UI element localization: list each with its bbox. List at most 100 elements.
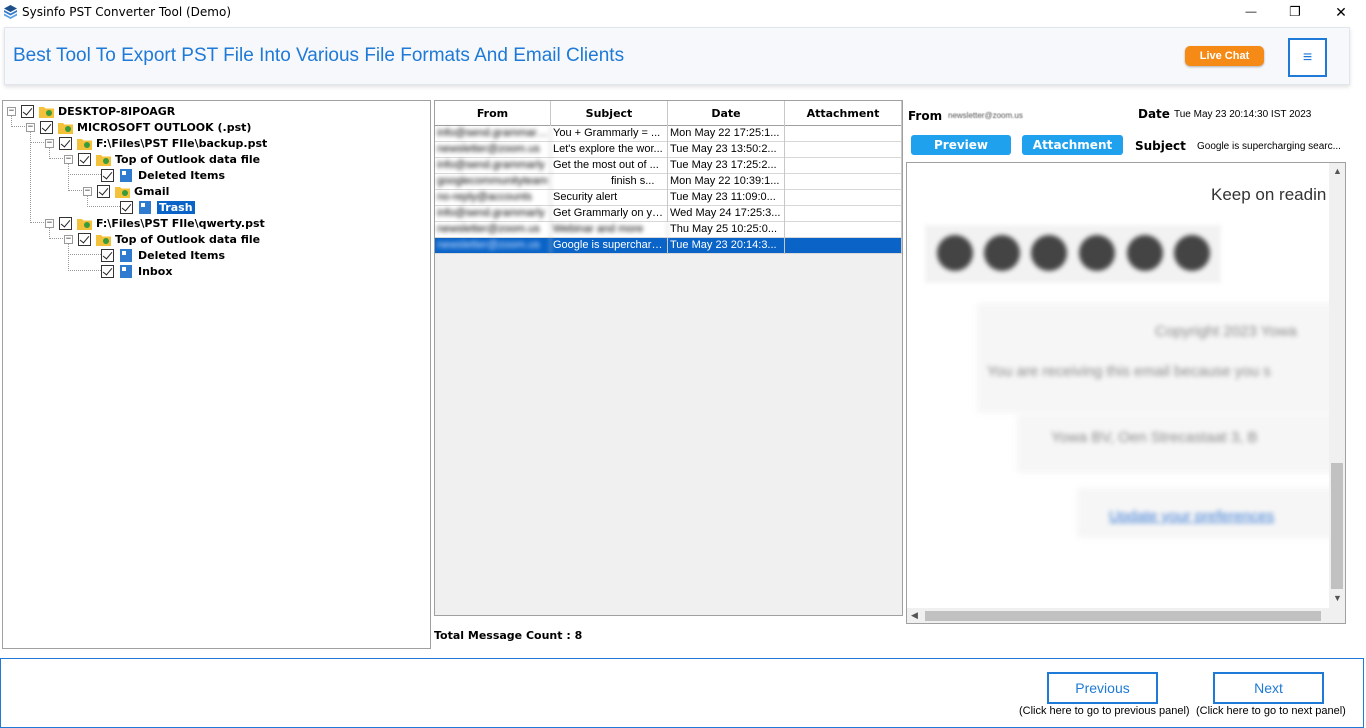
column-header-date[interactable]: Date (668, 101, 785, 126)
tree-node-top-of-outlook-2[interactable]: − Top of Outlook data file (64, 231, 260, 247)
collapse-icon[interactable]: − (26, 122, 35, 132)
cell-subject: Get Grammarly on yo... (551, 206, 668, 222)
window-title: Sysinfo PST Converter Tool (Demo) (22, 5, 232, 19)
header-banner: Best Tool To Export PST File Into Variou… (4, 27, 1350, 85)
table-row[interactable]: newsletter@zoom.us Webinar and more Thu … (435, 222, 902, 238)
tree-node-label: Gmail (134, 184, 170, 198)
cell-date: Mon May 22 10:39:1... (668, 174, 785, 190)
tree-checkbox[interactable] (101, 248, 114, 262)
cell-subject: finish s... (551, 174, 668, 190)
tab-attachment[interactable]: Attachment (1022, 135, 1123, 155)
tree-checkbox[interactable] (97, 184, 110, 198)
title-bar: Sysinfo PST Converter Tool (Demo) — ❐ ✕ (0, 0, 1366, 24)
keep-reading-text: Keep on readin (1211, 185, 1327, 204)
collapse-icon[interactable]: − (7, 106, 16, 116)
mail-list-table: From Subject Date Attachment info@send.g… (434, 100, 903, 616)
tab-preview[interactable]: Preview (911, 135, 1011, 155)
table-row[interactable]: newsletter@zoom.us Let's explore the wor… (435, 142, 902, 158)
tree-node-gmail[interactable]: − Gmail (83, 183, 169, 199)
collapse-icon[interactable]: − (45, 218, 54, 228)
collapse-icon[interactable]: − (64, 154, 73, 164)
close-button[interactable]: ✕ (1318, 0, 1364, 24)
collapse-icon[interactable]: − (45, 138, 54, 148)
tree-node-label: MICROSOFT OUTLOOK (.pst) (77, 120, 252, 134)
column-header-attachment[interactable]: Attachment (785, 101, 902, 126)
folder-tree-panel: − DESKTOP-8IPOAGR − MICROSOFT OUTLOOK (.… (2, 100, 431, 649)
tree-node-backup-pst[interactable]: − F:\Files\PST FIle\backup.pst (45, 135, 267, 151)
scroll-down-icon[interactable]: ▼ (1333, 593, 1342, 603)
cell-from: newsletter@zoom.us (435, 142, 551, 158)
mail-folder-icon (139, 200, 151, 214)
tree-checkbox[interactable] (59, 136, 72, 150)
receiving-text: You are receiving this email because you… (987, 363, 1271, 380)
table-row[interactable]: info@send.grammarly Get Grammarly on yo.… (435, 206, 902, 222)
tree-checkbox[interactable] (101, 168, 114, 182)
cell-date: Thu May 25 10:25:0... (668, 222, 785, 238)
tree-node-top-of-outlook[interactable]: − Top of Outlook data file (64, 151, 260, 167)
table-row[interactable]: info@send.grammarly.com You + Grammarly … (435, 126, 902, 142)
tree-checkbox[interactable] (21, 104, 34, 118)
cell-from: googlecommunityteam (435, 174, 551, 190)
tree-node-desktop[interactable]: − DESKTOP-8IPOAGR (7, 103, 175, 119)
update-preferences-link[interactable]: Update your preferences (1109, 508, 1274, 525)
table-row[interactable]: info@send.grammarly Get the most out of … (435, 158, 902, 174)
cell-attachment (785, 190, 902, 206)
social-icon (1127, 235, 1163, 271)
cell-subject: You + Grammarly = ... (551, 126, 668, 142)
table-row[interactable]: googlecommunityteam finish s... Mon May … (435, 174, 902, 190)
tree-node-deleted-items-2[interactable]: Deleted Items (101, 247, 225, 263)
tree-checkbox[interactable] (40, 120, 53, 134)
scroll-up-icon[interactable]: ▲ (1333, 166, 1342, 176)
minimize-button[interactable]: — (1228, 0, 1274, 24)
table-row-selected[interactable]: newsletter@zoom.us Google is superchargi… (435, 238, 902, 254)
collapse-icon[interactable]: − (83, 186, 92, 196)
previous-button[interactable]: Previous (1047, 672, 1158, 704)
cell-subject: Security alert (551, 190, 668, 206)
folder-icon (96, 154, 111, 166)
maximize-button[interactable]: ❐ (1272, 0, 1318, 24)
tree-node-qwerty-pst[interactable]: − F:\Files\PST FIle\qwerty.pst (45, 215, 265, 231)
scroll-left-icon[interactable]: ◀ (911, 610, 918, 621)
vertical-scrollbar[interactable]: ▲ ▼ (1329, 163, 1345, 608)
collapse-icon[interactable]: − (64, 234, 73, 244)
cell-date: Tue May 23 17:25:2... (668, 158, 785, 174)
copyright-text: Copyright 2023 Yowa (1155, 323, 1297, 340)
column-header-from[interactable]: From (435, 101, 551, 126)
next-button[interactable]: Next (1213, 672, 1324, 704)
tree-node-label: F:\Files\PST FIle\qwerty.pst (96, 216, 265, 230)
subject-value: Google is supercharging searc... (1197, 141, 1341, 152)
scrollbar-corner (1329, 608, 1345, 623)
from-label: From (908, 109, 943, 123)
scroll-thumb[interactable] (1331, 463, 1343, 589)
tree-node-label-selected: Trash (157, 200, 195, 214)
email-preview-pane[interactable]: Keep on readin Copyright 2023 Yowa You a… (906, 162, 1346, 624)
tree-node-inbox[interactable]: Inbox (101, 263, 172, 279)
computer-folder-icon (39, 106, 54, 118)
cell-date: Mon May 22 17:25:1... (668, 126, 785, 142)
tree-node-deleted-items[interactable]: Deleted Items (101, 167, 225, 183)
cell-from: newsletter@zoom.us (435, 222, 551, 238)
folder-icon (96, 234, 111, 246)
tree-node-trash[interactable]: Trash (120, 199, 195, 215)
date-value: Tue May 23 20:14:30 IST 2023 (1174, 109, 1312, 120)
live-chat-button[interactable]: Live Chat (1185, 46, 1264, 66)
tree-checkbox[interactable] (120, 200, 133, 214)
tree-node-outlook[interactable]: − MICROSOFT OUTLOOK (.pst) (26, 119, 251, 135)
column-header-subject[interactable]: Subject (551, 101, 668, 126)
tree-checkbox[interactable] (78, 152, 91, 166)
tree-checkbox[interactable] (78, 232, 91, 246)
tree-checkbox[interactable] (59, 216, 72, 230)
cell-date: Tue May 23 13:50:2... (668, 142, 785, 158)
horizontal-scrollbar[interactable]: ◀ (907, 608, 1329, 623)
tree-checkbox[interactable] (101, 264, 114, 278)
table-row[interactable]: no-reply@accounts Security alert Tue May… (435, 190, 902, 206)
social-icon (1174, 235, 1210, 271)
cell-subject-visible: finish s... (611, 175, 655, 187)
hamburger-menu-icon: ≡ (1302, 48, 1313, 66)
mail-list-rows: info@send.grammarly.com You + Grammarly … (435, 126, 902, 254)
menu-button[interactable]: ≡ (1288, 38, 1327, 77)
app-window: Sysinfo PST Converter Tool (Demo) — ❐ ✕ … (0, 0, 1366, 728)
cell-date: Tue May 23 11:09:0... (668, 190, 785, 206)
cell-attachment (785, 174, 902, 190)
scroll-thumb[interactable] (925, 611, 1321, 621)
